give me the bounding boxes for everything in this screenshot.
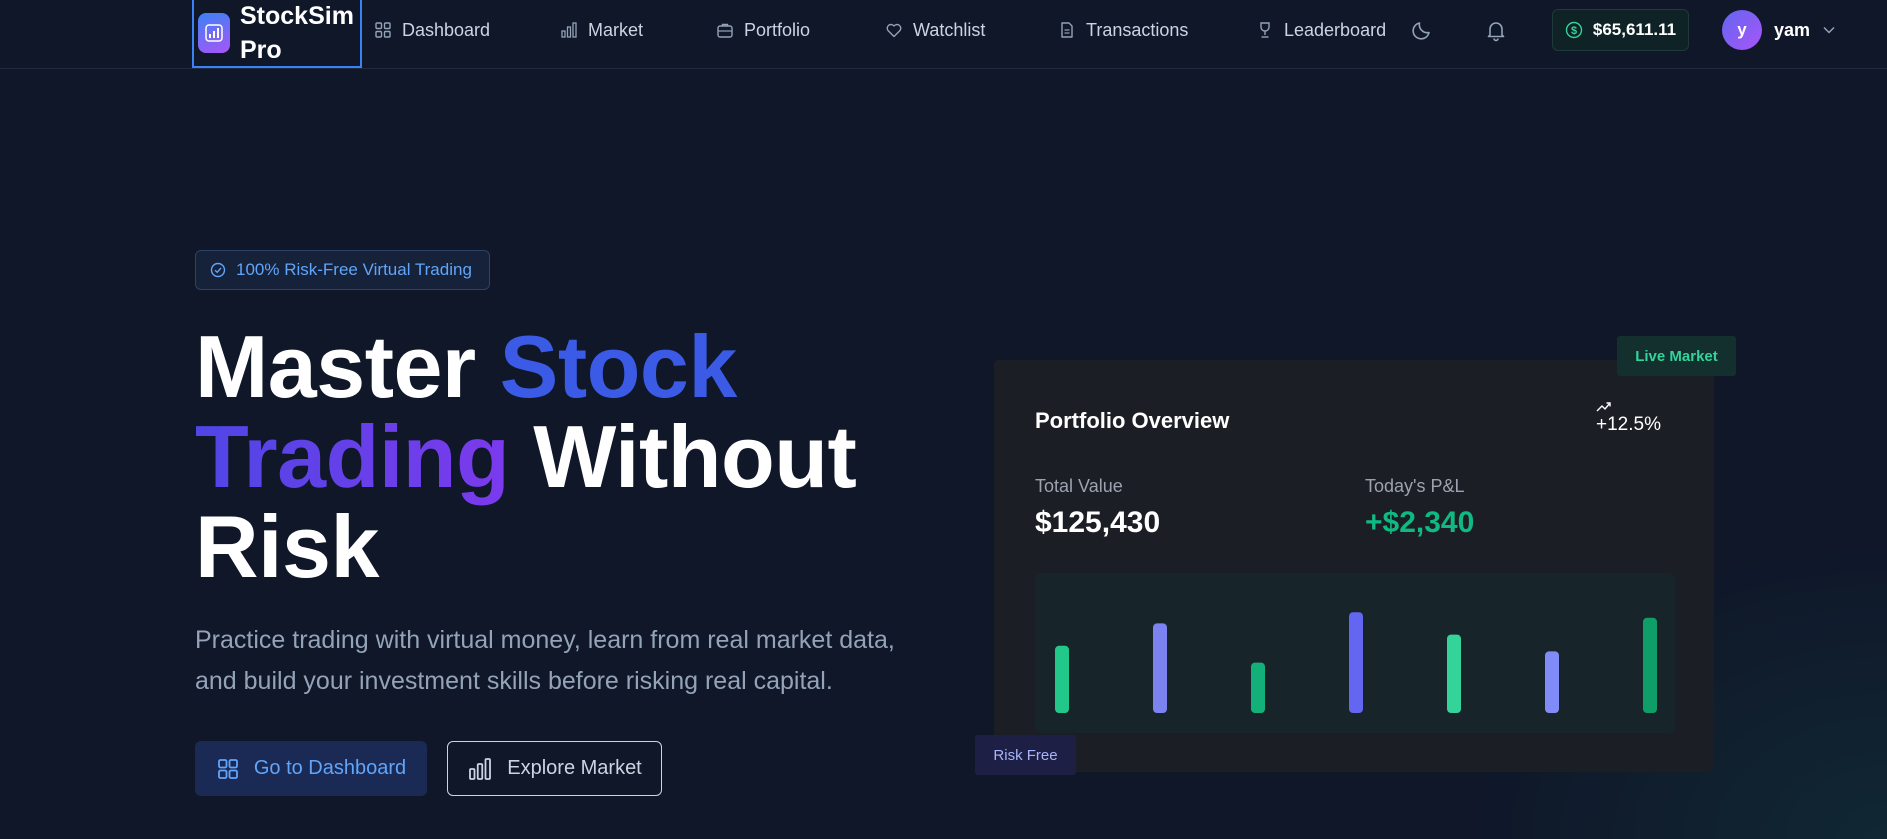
bar-chart-icon bbox=[561, 22, 577, 38]
nav-transactions-label: Transactions bbox=[1086, 19, 1189, 40]
avatar: y bbox=[1722, 10, 1762, 50]
dollar-icon: $ bbox=[1565, 21, 1583, 39]
top-navbar: StockSim Pro Dashboard Market Portfolio … bbox=[0, 0, 1887, 69]
briefcase-icon bbox=[717, 23, 733, 38]
badge-label: 100% Risk-Free Virtual Trading bbox=[236, 260, 472, 279]
nav-portfolio-label: Portfolio bbox=[744, 19, 811, 40]
nav-leaderboard[interactable]: Leaderboard bbox=[1256, 18, 1386, 42]
chart-bar bbox=[1643, 617, 1657, 713]
nav-portfolio[interactable]: Portfolio bbox=[716, 18, 810, 42]
user-menu[interactable]: y yam bbox=[1722, 10, 1836, 50]
nav-watchlist-label: Watchlist bbox=[913, 19, 986, 40]
file-icon bbox=[1061, 22, 1073, 38]
chart-bar bbox=[1153, 623, 1167, 713]
explore-market-label: Explore Market bbox=[507, 757, 642, 779]
headline-part-2: Stock bbox=[499, 317, 738, 416]
total-value-label: Total Value bbox=[1035, 476, 1123, 496]
change-value: +12.5% bbox=[1596, 414, 1661, 435]
bell-icon bbox=[1487, 22, 1505, 42]
theme-toggle-button[interactable] bbox=[1408, 16, 1436, 44]
trophy-icon bbox=[1260, 22, 1270, 38]
brand-name: StockSim Pro bbox=[240, 2, 354, 64]
heart-icon bbox=[886, 23, 902, 38]
nav-leaderboard-label: Leaderboard bbox=[1284, 19, 1387, 40]
moon-icon bbox=[1412, 22, 1430, 40]
hero-headline: Master Stock Trading Without Risk bbox=[195, 322, 955, 592]
pnl-label: Today's P&L bbox=[1365, 476, 1465, 496]
chevron-down-icon bbox=[1823, 26, 1835, 34]
balance-display[interactable]: $ $65,611.11 bbox=[1552, 9, 1689, 51]
svg-text:$: $ bbox=[1571, 25, 1577, 37]
grid-icon bbox=[217, 758, 238, 779]
portfolio-change: +12.5% bbox=[1596, 398, 1676, 436]
nav-dashboard-label: Dashboard bbox=[402, 19, 491, 40]
chart-bar bbox=[1251, 662, 1265, 713]
nav-transactions[interactable]: Transactions bbox=[1058, 18, 1188, 42]
card-title: Portfolio Overview bbox=[1035, 408, 1230, 433]
headline-part-1: Master bbox=[195, 317, 500, 416]
chart-bar bbox=[1447, 634, 1461, 713]
go-to-dashboard-button[interactable]: Go to Dashboard bbox=[195, 741, 427, 796]
check-circle-icon bbox=[210, 262, 226, 278]
trending-up-icon bbox=[1596, 402, 1611, 412]
chart-bar bbox=[1545, 651, 1559, 713]
brand-logo-icon bbox=[198, 13, 230, 53]
nav-market[interactable]: Market bbox=[560, 18, 643, 42]
bar-chart-icon bbox=[469, 757, 492, 780]
total-value: $125,430 bbox=[1035, 506, 1161, 539]
balance-amount: $65,611.11 bbox=[1592, 20, 1677, 39]
notifications-button[interactable] bbox=[1482, 16, 1510, 44]
nav-dashboard[interactable]: Dashboard bbox=[374, 18, 490, 42]
risk-free-badge: 100% Risk-Free Virtual Trading bbox=[195, 250, 490, 290]
headline-part-3: Trading bbox=[195, 407, 510, 506]
pnl-value: +$2,340 bbox=[1365, 506, 1475, 539]
risk-free-tag: Risk Free bbox=[975, 735, 1076, 775]
brand-link[interactable]: StockSim Pro bbox=[192, 0, 362, 68]
explore-market-button[interactable]: Explore Market bbox=[447, 741, 662, 796]
chart-bar bbox=[1349, 612, 1363, 713]
portfolio-overview-card: Portfolio Overview +12.5% Total Value $1… bbox=[994, 360, 1714, 772]
chart-bar bbox=[1055, 645, 1069, 713]
mini-bar-chart-svg bbox=[1055, 612, 1657, 713]
nav-market-label: Market bbox=[588, 19, 644, 40]
grid-icon bbox=[375, 22, 391, 38]
nav-watchlist[interactable]: Watchlist bbox=[885, 18, 985, 42]
go-to-dashboard-label: Go to Dashboard bbox=[253, 757, 407, 779]
hero-subtext: Practice trading with virtual money, lea… bbox=[195, 626, 895, 695]
live-market-tag: Live Market bbox=[1617, 336, 1736, 376]
user-name: yam bbox=[1774, 19, 1811, 40]
mini-bar-chart bbox=[1035, 573, 1675, 733]
